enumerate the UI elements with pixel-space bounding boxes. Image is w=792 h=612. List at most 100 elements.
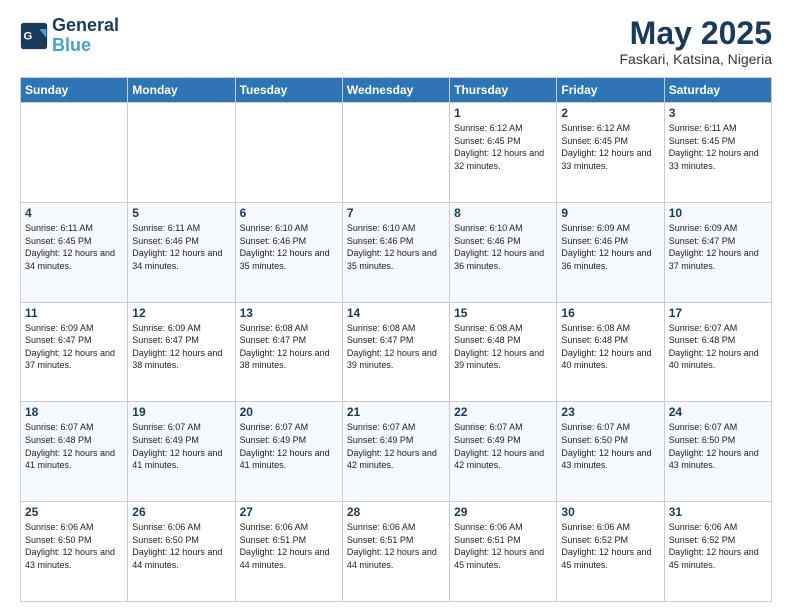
day-info: Sunrise: 6:07 AM Sunset: 6:48 PM Dayligh… <box>25 421 123 471</box>
month-title: May 2025 <box>619 16 772 51</box>
day-cell: 20Sunrise: 6:07 AM Sunset: 6:49 PM Dayli… <box>235 402 342 502</box>
day-info: Sunrise: 6:08 AM Sunset: 6:48 PM Dayligh… <box>454 322 552 372</box>
day-cell: 18Sunrise: 6:07 AM Sunset: 6:48 PM Dayli… <box>21 402 128 502</box>
week-row-1: 1 Sunrise: 6:12 AM Sunset: 6:45 PM Daylig… <box>21 103 772 203</box>
day-number: 5 <box>132 206 230 220</box>
day-info: Sunrise: 6:11 AM Sunset: 6:45 PM Dayligh… <box>669 122 767 172</box>
day-cell: 24Sunrise: 6:07 AM Sunset: 6:50 PM Dayli… <box>664 402 771 502</box>
day-number: 2 <box>561 106 659 120</box>
day-number: 11 <box>25 306 123 320</box>
day-info: Sunrise: 6:06 AM Sunset: 6:51 PM Dayligh… <box>240 521 338 571</box>
day-cell: 15 Sunrise: 6:08 AM Sunset: 6:48 PM Dayli… <box>450 302 557 402</box>
day-info: Sunrise: 6:07 AM Sunset: 6:49 PM Dayligh… <box>347 421 445 471</box>
day-cell: 9Sunrise: 6:09 AM Sunset: 6:46 PM Daylig… <box>557 202 664 302</box>
day-cell: 27 Sunrise: 6:06 AM Sunset: 6:51 PM Dayli… <box>235 502 342 602</box>
header: G GeneralBlue May 2025 Faskari, Katsina,… <box>20 16 772 67</box>
day-number: 6 <box>240 206 338 220</box>
day-number: 3 <box>669 106 767 120</box>
day-number: 8 <box>454 206 552 220</box>
header-monday: Monday <box>128 78 235 103</box>
day-info: Sunrise: 6:10 AM Sunset: 6:46 PM Dayligh… <box>454 222 552 272</box>
day-cell: 17 Sunrise: 6:07 AM Sunset: 6:48 PM Dayli… <box>664 302 771 402</box>
day-cell: 14Sunrise: 6:08 AM Sunset: 6:47 PM Dayli… <box>342 302 449 402</box>
week-row-3: 11 Sunrise: 6:09 AM Sunset: 6:47 PM Dayli… <box>21 302 772 402</box>
weekday-header-row: Sunday Monday Tuesday Wednesday Thursday… <box>21 78 772 103</box>
day-number: 24 <box>669 405 767 419</box>
day-cell: 8 Sunrise: 6:10 AM Sunset: 6:46 PM Daylig… <box>450 202 557 302</box>
header-sunday: Sunday <box>21 78 128 103</box>
day-cell: 6Sunrise: 6:10 AM Sunset: 6:46 PM Daylig… <box>235 202 342 302</box>
day-number: 4 <box>25 206 123 220</box>
day-info: Sunrise: 6:06 AM Sunset: 6:51 PM Dayligh… <box>347 521 445 571</box>
header-tuesday: Tuesday <box>235 78 342 103</box>
day-cell: 5 Sunrise: 6:11 AM Sunset: 6:46 PM Daylig… <box>128 202 235 302</box>
day-cell: 25 Sunrise: 6:06 AM Sunset: 6:50 PM Dayli… <box>21 502 128 602</box>
day-info: Sunrise: 6:07 AM Sunset: 6:49 PM Dayligh… <box>454 421 552 471</box>
day-number: 21 <box>347 405 445 419</box>
day-cell: 12 Sunrise: 6:09 AM Sunset: 6:47 PM Dayli… <box>128 302 235 402</box>
day-info: Sunrise: 6:08 AM Sunset: 6:47 PM Dayligh… <box>240 322 338 372</box>
day-info: Sunrise: 6:06 AM Sunset: 6:52 PM Dayligh… <box>669 521 767 571</box>
day-cell: 29 Sunrise: 6:06 AM Sunset: 6:51 PM Dayli… <box>450 502 557 602</box>
day-info: Sunrise: 6:11 AM Sunset: 6:45 PM Dayligh… <box>25 222 123 272</box>
day-number: 28 <box>347 505 445 519</box>
day-info: Sunrise: 6:09 AM Sunset: 6:47 PM Dayligh… <box>25 322 123 372</box>
header-saturday: Saturday <box>664 78 771 103</box>
day-cell: 2 Sunrise: 6:12 AM Sunset: 6:45 PM Daylig… <box>557 103 664 203</box>
day-number: 12 <box>132 306 230 320</box>
day-info: Sunrise: 6:07 AM Sunset: 6:49 PM Dayligh… <box>132 421 230 471</box>
day-info: Sunrise: 6:10 AM Sunset: 6:46 PM Dayligh… <box>347 222 445 272</box>
day-info: Sunrise: 6:11 AM Sunset: 6:46 PM Dayligh… <box>132 222 230 272</box>
day-info: Sunrise: 6:06 AM Sunset: 6:50 PM Dayligh… <box>25 521 123 571</box>
day-cell: 10Sunrise: 6:09 AM Sunset: 6:47 PM Dayli… <box>664 202 771 302</box>
week-row-2: 4 Sunrise: 6:11 AM Sunset: 6:45 PM Daylig… <box>21 202 772 302</box>
day-number: 15 <box>454 306 552 320</box>
header-wednesday: Wednesday <box>342 78 449 103</box>
week-row-5: 25 Sunrise: 6:06 AM Sunset: 6:50 PM Dayli… <box>21 502 772 602</box>
day-number: 27 <box>240 505 338 519</box>
day-number: 16 <box>561 306 659 320</box>
day-cell: 11 Sunrise: 6:09 AM Sunset: 6:47 PM Dayli… <box>21 302 128 402</box>
day-cell <box>342 103 449 203</box>
day-number: 22 <box>454 405 552 419</box>
day-number: 9 <box>561 206 659 220</box>
day-info: Sunrise: 6:06 AM Sunset: 6:51 PM Dayligh… <box>454 521 552 571</box>
day-info: Sunrise: 6:06 AM Sunset: 6:50 PM Dayligh… <box>132 521 230 571</box>
day-cell: 3 Sunrise: 6:11 AM Sunset: 6:45 PM Daylig… <box>664 103 771 203</box>
day-info: Sunrise: 6:08 AM Sunset: 6:47 PM Dayligh… <box>347 322 445 372</box>
day-cell: 31 Sunrise: 6:06 AM Sunset: 6:52 PM Dayli… <box>664 502 771 602</box>
day-number: 31 <box>669 505 767 519</box>
calendar-table: Sunday Monday Tuesday Wednesday Thursday… <box>20 77 772 602</box>
logo-text: GeneralBlue <box>52 16 119 56</box>
day-number: 29 <box>454 505 552 519</box>
day-number: 25 <box>25 505 123 519</box>
logo-icon: G <box>20 22 48 50</box>
day-number: 17 <box>669 306 767 320</box>
day-info: Sunrise: 6:07 AM Sunset: 6:50 PM Dayligh… <box>561 421 659 471</box>
header-thursday: Thursday <box>450 78 557 103</box>
day-number: 1 <box>454 106 552 120</box>
day-number: 30 <box>561 505 659 519</box>
day-number: 7 <box>347 206 445 220</box>
day-cell: 16 Sunrise: 6:08 AM Sunset: 6:48 PM Dayli… <box>557 302 664 402</box>
day-cell: 1Sunrise: 6:12 AM Sunset: 6:45 PM Daylig… <box>450 103 557 203</box>
day-number: 19 <box>132 405 230 419</box>
header-friday: Friday <box>557 78 664 103</box>
day-cell: 19 Sunrise: 6:07 AM Sunset: 6:49 PM Dayli… <box>128 402 235 502</box>
day-info: Sunrise: 6:07 AM Sunset: 6:48 PM Dayligh… <box>669 322 767 372</box>
week-row-4: 18Sunrise: 6:07 AM Sunset: 6:48 PM Dayli… <box>21 402 772 502</box>
day-number: 20 <box>240 405 338 419</box>
logo: G GeneralBlue <box>20 16 119 56</box>
day-cell <box>235 103 342 203</box>
day-cell: 21 Sunrise: 6:07 AM Sunset: 6:49 PM Dayli… <box>342 402 449 502</box>
day-cell <box>21 103 128 203</box>
day-info: Sunrise: 6:08 AM Sunset: 6:48 PM Dayligh… <box>561 322 659 372</box>
day-cell: 28 Sunrise: 6:06 AM Sunset: 6:51 PM Dayli… <box>342 502 449 602</box>
day-cell: 30Sunrise: 6:06 AM Sunset: 6:52 PM Dayli… <box>557 502 664 602</box>
location-subtitle: Faskari, Katsina, Nigeria <box>619 51 772 67</box>
day-info: Sunrise: 6:12 AM Sunset: 6:45 PM Dayligh… <box>561 122 659 172</box>
day-number: 26 <box>132 505 230 519</box>
day-cell: 7 Sunrise: 6:10 AM Sunset: 6:46 PM Daylig… <box>342 202 449 302</box>
page: G GeneralBlue May 2025 Faskari, Katsina,… <box>0 0 792 612</box>
day-info: Sunrise: 6:09 AM Sunset: 6:47 PM Dayligh… <box>132 322 230 372</box>
